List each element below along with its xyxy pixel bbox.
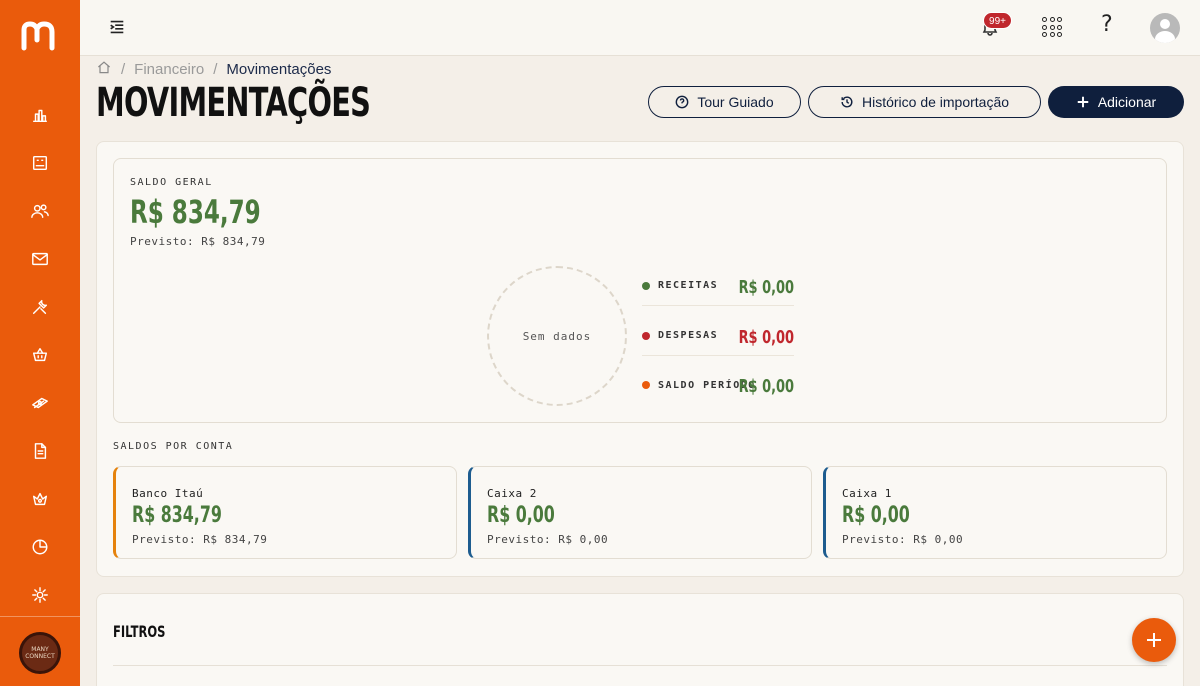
top-bar: 99+ ? <box>80 0 1200 56</box>
dashboard-icon[interactable] <box>30 105 50 125</box>
history-icon <box>841 96 853 108</box>
receipt-icon[interactable] <box>30 153 50 173</box>
account-name: Caixa 1 <box>842 487 892 500</box>
legend-value: R$ 0,00 <box>738 327 794 348</box>
filters-panel <box>96 593 1184 686</box>
legend-dot <box>642 281 650 290</box>
account-balance: R$ 834,79 <box>132 503 222 528</box>
overall-balance-card <box>113 158 1167 423</box>
plus-icon <box>1077 96 1089 108</box>
account-card-banco-itau[interactable]: Banco Itaú R$ 834,79 Previsto: R$ 834,79 <box>113 466 457 559</box>
menu-toggle-icon[interactable] <box>108 18 128 38</box>
breadcrumb-item-current: Movimentações <box>226 60 332 78</box>
account-forecast: Previsto: R$ 0,00 <box>842 533 964 546</box>
legend-despesas: DESPESAS R$ 0,00 <box>642 316 794 356</box>
legend-label: RECEITAS <box>658 280 719 291</box>
overall-balance-forecast: Previsto: R$ 834,79 <box>130 235 266 248</box>
users-icon[interactable] <box>30 201 50 221</box>
document-icon[interactable] <box>30 441 50 461</box>
account-balance: R$ 0,00 <box>487 503 555 528</box>
legend-saldo-periodo: SALDO PERÍODO R$ 0,00 <box>642 365 794 405</box>
apps-grid-icon[interactable] <box>1042 17 1062 37</box>
legend-receitas: RECEITAS R$ 0,00 <box>642 266 794 306</box>
home-icon[interactable] <box>96 59 112 79</box>
import-history-label: Histórico de importação <box>861 94 1010 110</box>
accounts-section-label: SALDOS POR CONTA <box>113 441 234 452</box>
account-name: Caixa 2 <box>487 487 537 500</box>
breadcrumb-item-financeiro[interactable]: Financeiro <box>134 61 204 78</box>
basket-icon[interactable] <box>30 345 50 365</box>
breadcrumb-separator: / <box>213 60 218 78</box>
tools-icon[interactable] <box>30 297 50 317</box>
organization-avatar[interactable]: MANY CONNECT <box>19 632 61 674</box>
account-forecast: Previsto: R$ 0,00 <box>487 533 609 546</box>
user-avatar[interactable] <box>1150 13 1180 43</box>
overall-balance-label: SALDO GERAL <box>130 177 213 188</box>
account-name: Banco Itaú <box>132 487 204 500</box>
breadcrumb: / Financeiro / Movimentações <box>96 59 331 79</box>
add-button[interactable]: Adicionar <box>1048 86 1184 118</box>
account-card-caixa-1[interactable]: Caixa 1 R$ 0,00 Previsto: R$ 0,00 <box>823 466 1167 559</box>
account-balance: R$ 0,00 <box>842 503 910 528</box>
legend-value: R$ 0,00 <box>738 277 794 298</box>
crown-icon[interactable] <box>30 489 50 509</box>
legend-label: DESPESAS <box>658 330 719 341</box>
sidebar-divider <box>0 616 80 617</box>
page-title: MOVIMENTAÇÕES <box>96 80 371 126</box>
filters-divider <box>113 665 1167 666</box>
import-history-button[interactable]: Histórico de importação <box>808 86 1041 118</box>
plus-icon <box>1147 633 1161 647</box>
mail-icon[interactable] <box>30 249 50 269</box>
filters-title: FILTROS <box>113 622 166 641</box>
app-logo[interactable] <box>20 18 60 54</box>
pie-chart-icon[interactable] <box>30 537 50 557</box>
chart-empty-text: Sem dados <box>522 329 592 343</box>
account-card-caixa-2[interactable]: Caixa 2 R$ 0,00 Previsto: R$ 0,00 <box>468 466 812 559</box>
sidebar: MANY CONNECT <box>0 0 80 686</box>
floating-add-button[interactable] <box>1132 618 1176 662</box>
money-icon[interactable] <box>30 393 50 413</box>
add-label: Adicionar <box>1097 94 1157 110</box>
legend-dot <box>642 331 650 340</box>
breadcrumb-separator: / <box>121 60 126 78</box>
tour-guided-label: Tour Guiado <box>697 94 774 110</box>
legend-value: R$ 0,00 <box>738 376 794 397</box>
account-forecast: Previsto: R$ 834,79 <box>132 533 268 546</box>
legend-dot <box>642 381 650 389</box>
overall-balance-value: R$ 834,79 <box>130 193 261 231</box>
tour-guided-button[interactable]: Tour Guiado <box>648 86 801 118</box>
help-circle-icon <box>675 95 689 109</box>
balance-donut-chart: Sem dados <box>487 266 627 406</box>
settings-icon[interactable] <box>30 585 50 605</box>
help-icon[interactable]: ? <box>1101 12 1113 37</box>
notifications-badge: 99+ <box>983 12 1012 29</box>
